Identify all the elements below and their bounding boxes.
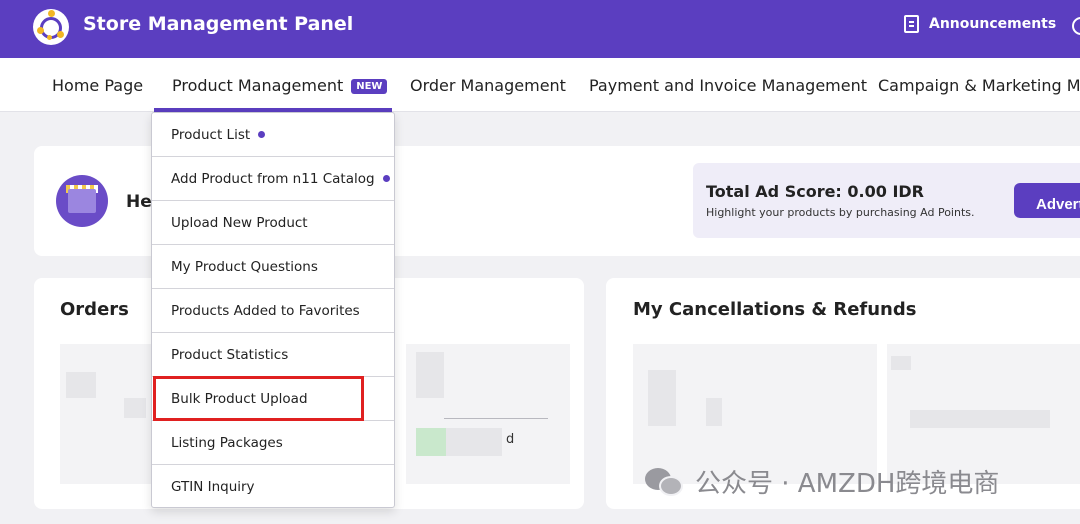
highlight-box xyxy=(153,376,364,421)
main-nav: Home Page Product Management NEW Order Ma… xyxy=(0,58,1080,112)
divider xyxy=(444,418,548,419)
document-icon xyxy=(904,15,919,33)
nav-home-page[interactable]: Home Page xyxy=(52,76,143,95)
watermark-text: 公众号 · AMZDH跨境电商 xyxy=(695,469,1000,499)
new-indicator-dot xyxy=(258,131,266,138)
ad-score-box: Total Ad Score: 0.00 IDR Highlight your … xyxy=(693,163,1080,238)
nav-order-management[interactable]: Order Management xyxy=(410,76,566,95)
advertise-button[interactable]: Advert xyxy=(1014,183,1080,218)
menu-item-add-product-from-catalog[interactable]: Add Product from n11 Catalog xyxy=(152,157,394,201)
nav-campaign-marketing[interactable]: Campaign & Marketing Man xyxy=(878,76,1080,95)
menu-item-gtin-inquiry[interactable]: GTIN Inquiry xyxy=(152,465,394,509)
blurred-chart-bar xyxy=(416,428,446,456)
menu-item-products-added-to-favorites[interactable]: Products Added to Favorites xyxy=(152,289,394,333)
blurred-value xyxy=(706,398,722,426)
store-logo-icon[interactable] xyxy=(33,9,69,45)
app-title: Store Management Panel xyxy=(83,13,354,35)
blurred-value xyxy=(891,356,911,370)
new-badge: NEW xyxy=(351,79,388,94)
blurred-value xyxy=(124,398,146,418)
ad-score-label: Total Ad Score: 0.00 IDR xyxy=(706,182,924,201)
settings-icon[interactable] xyxy=(1072,17,1080,35)
menu-item-product-statistics[interactable]: Product Statistics xyxy=(152,333,394,377)
wechat-icon xyxy=(645,466,685,498)
nav-product-management[interactable]: Product Management NEW xyxy=(172,76,388,95)
menu-item-product-list[interactable]: Product List xyxy=(152,113,394,157)
menu-item-my-product-questions[interactable]: My Product Questions xyxy=(152,245,394,289)
product-management-dropdown: Product List Add Product from n11 Catalo… xyxy=(151,112,395,508)
top-header: Store Management Panel Announcements xyxy=(0,0,1080,58)
menu-item-upload-new-product[interactable]: Upload New Product xyxy=(152,201,394,245)
announcements-link[interactable]: Announcements xyxy=(904,15,1056,33)
watermark: 公众号 · AMZDH跨境电商 xyxy=(645,463,999,500)
store-avatar[interactable] xyxy=(56,175,108,227)
menu-item-listing-packages[interactable]: Listing Packages xyxy=(152,421,394,465)
ad-description: Highlight your products by purchasing Ad… xyxy=(706,206,975,219)
blurred-value xyxy=(416,352,444,398)
announcements-label: Announcements xyxy=(929,16,1057,32)
blurred-value xyxy=(446,428,502,456)
partial-label: d xyxy=(506,432,515,447)
blurred-value xyxy=(66,372,96,398)
blurred-value xyxy=(910,410,1050,428)
new-indicator-dot xyxy=(382,175,390,182)
orders-title: Orders xyxy=(60,299,129,320)
blurred-value xyxy=(648,370,676,426)
nav-payment-invoice-management[interactable]: Payment and Invoice Management xyxy=(589,76,867,95)
cancellations-title: My Cancellations & Refunds xyxy=(633,299,917,320)
